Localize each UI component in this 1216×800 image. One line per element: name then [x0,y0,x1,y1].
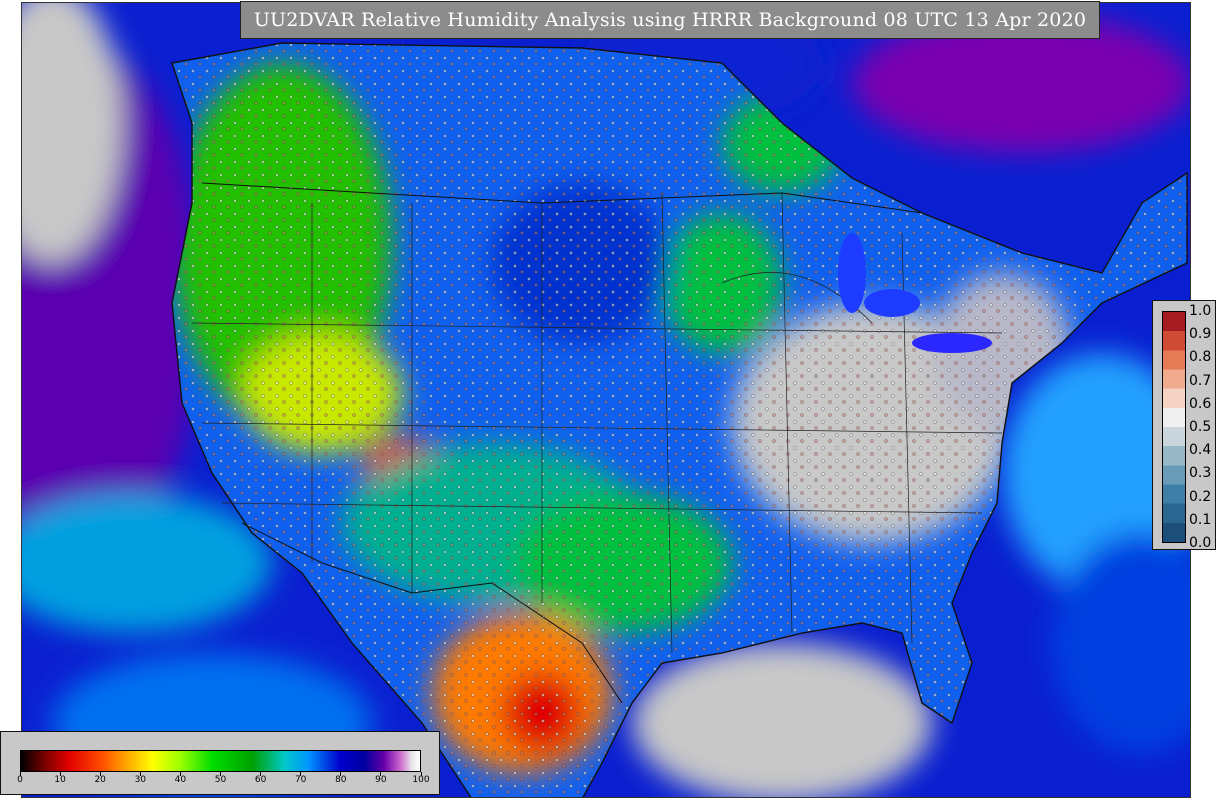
innovation-colorbar-tick-label: 0.2 [1189,488,1212,505]
humidity-colorbar-tick-label: 100 [412,775,430,785]
innovation-colorbar-tick-label: 0.6 [1189,395,1212,412]
figure: UU2DVAR Relative Humidity Analysis using… [0,0,1216,800]
humidity-colorbar-tick-label: 80 [335,775,347,785]
humidity-colorbar [20,750,421,772]
innovation-colorbar-panel: 1.0 0.9 0.8 0.7 0.6 0.5 0.4 0.3 0.2 0.1 0.0 [1152,300,1216,551]
humidity-colorbar-tick-label: 20 [94,775,106,785]
humidity-colorbar-tick-label: 90 [375,775,387,785]
map-title: UU2DVAR Relative Humidity Analysis using… [253,9,1087,31]
innovation-colorbar-tick-label: 0.8 [1189,349,1212,366]
humidity-colorbar-tick-label: 60 [254,775,267,785]
humidity-colorbar-panel: 0 10 20 30 40 50 60 70 80 90 100 [0,731,440,795]
humidity-colorbar-tick-label: 40 [174,775,187,785]
humidity-colorbar-tick-label: 30 [134,775,147,785]
humidity-colorbar-tick-label: 50 [214,775,227,785]
innovation-colorbar-tick-label: 0.9 [1189,326,1212,343]
innovation-colorbar-tick-label: 1.0 [1189,303,1212,319]
innovation-colorbar-tick-label: 0.1 [1189,511,1212,528]
innovation-colorbar [1162,311,1186,543]
humidity-colorbar-tick-label: 70 [294,775,307,785]
innovation-colorbar-tick-label: 0.0 [1189,535,1212,551]
innovation-colorbar-tick-label: 0.7 [1189,372,1212,389]
innovation-colorbar-tick-label: 0.3 [1189,465,1212,482]
innovation-colorbar-tick-label: 0.5 [1189,419,1212,435]
innovation-colorbar-tick-label: 0.4 [1189,442,1212,459]
map-canvas [22,3,1190,797]
map-title-box: UU2DVAR Relative Humidity Analysis using… [240,1,1100,39]
humidity-map [21,2,1191,798]
humidity-colorbar-tick-label: 0 [17,775,23,785]
humidity-colorbar-tick-label: 10 [54,775,66,785]
